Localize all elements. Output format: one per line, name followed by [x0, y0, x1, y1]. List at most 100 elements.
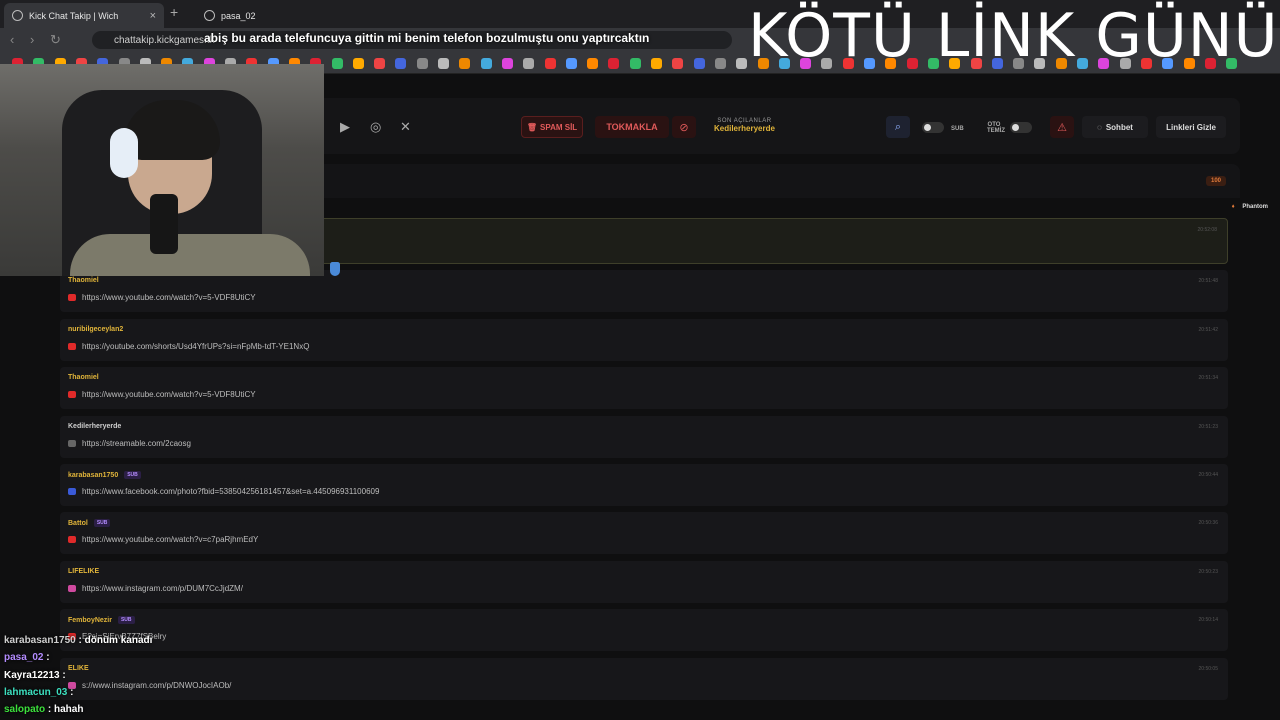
link-timestamp: 20:50:05 [1198, 665, 1218, 672]
link-user[interactable]: karabasan1750 SUB [68, 471, 141, 479]
bookmark-icon[interactable] [608, 58, 620, 69]
tokmakla-button[interactable]: TOKMAKLA [595, 116, 669, 138]
bookmark-icon[interactable] [565, 58, 577, 69]
youtube-icon[interactable]: ▶ [340, 119, 350, 135]
stream-chat-message: karabasan1750 : dönüm kanadı [4, 635, 152, 646]
link-url[interactable]: https://www.facebook.com/photo?fbid=5385… [82, 487, 379, 496]
link-url[interactable]: s://www.instagram.com/p/DNWOJocIAOb/ [82, 681, 231, 690]
close-tab-icon[interactable]: × [150, 10, 156, 22]
alert-button[interactable]: ⚠ [1050, 116, 1074, 138]
back-icon[interactable]: ‹ [10, 32, 14, 47]
chat-caption-overlay: abiş bu arada telefuncuya gittin mi beni… [204, 31, 650, 45]
bookmark-icon[interactable] [501, 58, 513, 69]
streamer-body [70, 234, 310, 276]
chat-separator: : [45, 704, 55, 716]
link-row[interactable]: nuribilgeceylan2 https://youtube.com/shor… [60, 318, 1228, 361]
link-username: LIFELIKE [68, 567, 100, 575]
link-row[interactable]: Kedilerheryerde https://streamable.com/2c… [60, 415, 1228, 458]
bookmark-icon[interactable] [714, 58, 726, 69]
link-timestamp: 20:51:48 [1198, 278, 1218, 285]
bookmark-icon[interactable] [693, 58, 705, 69]
sub-toggle[interactable] [922, 122, 944, 133]
new-tab-icon[interactable]: + [170, 4, 178, 20]
x-icon[interactable]: ✕ [400, 119, 411, 135]
facebook-icon [68, 488, 76, 495]
link-username: Kedilerheryerde [68, 422, 122, 430]
link-url[interactable]: https://streamable.com/2caosg [82, 439, 191, 448]
sub-badge: SUB [117, 616, 135, 625]
link-row[interactable]: Battol SUB https://www.youtube.com/watch?v… [60, 512, 1228, 555]
bookmark-icon[interactable] [544, 58, 556, 69]
link-timestamp: 20:51:34 [1198, 375, 1218, 382]
headset [110, 128, 138, 178]
link-url[interactable]: https://www.youtube.com/watch?v=c7paRjhm… [82, 535, 258, 544]
chat-separator: : [75, 635, 85, 646]
link-row[interactable]: Thaomiel https://www.youtube.com/watch?v=… [60, 270, 1228, 313]
stream-chat-message: salopato : hahah [4, 704, 83, 715]
link-row[interactable]: karabasan1750 SUB https://www.facebook.com… [60, 464, 1228, 506]
stream-chat-message: lahmacun_03 : [4, 687, 73, 698]
link-username: karabasan1750 [68, 471, 119, 479]
bookmark-icon[interactable] [651, 58, 662, 69]
bookmark-icon[interactable] [416, 58, 428, 69]
link-user[interactable]: LIFELIKE [68, 568, 99, 575]
link-user[interactable]: Battol SUB [68, 519, 111, 528]
instagram-icon[interactable]: ◎ [370, 119, 381, 135]
bookmark-icon[interactable] [374, 58, 386, 69]
chat-bubble-icon: ◌ [1097, 122, 1102, 132]
chat-username: pasa_02 [4, 652, 44, 664]
spam-sil-button[interactable]: 🗑 SPAM SİL [521, 116, 583, 138]
chat-username: Kayra12213 [4, 669, 60, 681]
streamer-tag: ♦ Phantom [1232, 204, 1268, 210]
link-url[interactable]: https://www.instagram.com/p/DUM7CcJjdZM/ [82, 584, 243, 593]
link-user[interactable]: FemboyNezir SUB [68, 616, 135, 625]
reload-icon[interactable]: ↻ [50, 32, 61, 48]
search-icon: ⌕ [894, 120, 902, 133]
link-url[interactable]: https://youtube.com/shorts/Usd4YfrUPs?si… [82, 342, 309, 351]
link-user[interactable]: ELIKE [68, 665, 89, 672]
bookmark-icon[interactable] [438, 58, 449, 69]
link-user[interactable]: Thaomiel [68, 374, 99, 381]
browser-tab-inactive[interactable]: pasa_02 [196, 3, 336, 28]
stream-chat-message: Kayra12213 : [4, 670, 66, 681]
search-button[interactable]: ⌕ [886, 116, 910, 138]
link-row[interactable]: Thaomiel https://www.youtube.com/watch?v=… [60, 367, 1228, 410]
bookmark-icon[interactable] [523, 58, 535, 69]
link-timestamp: 20:51:42 [1198, 326, 1218, 333]
sohbet-button[interactable]: ◌ Sohbet [1082, 116, 1148, 138]
user-icon [204, 10, 215, 21]
bookmark-icon[interactable] [672, 58, 684, 69]
link-timestamp: 20:50:36 [1198, 520, 1218, 527]
ban-button[interactable]: ⊘ [672, 116, 696, 138]
youtube-icon [68, 391, 76, 399]
bookmark-icon[interactable] [459, 58, 471, 69]
link-row[interactable]: FemboyNezir SUB E?si=SiErvB7Z7fSBelry 20:50… [60, 609, 1228, 652]
link-user[interactable]: Kedilerheryerde [68, 423, 121, 430]
son-acilanlar-value[interactable]: Kedilerheryerde [714, 124, 775, 133]
forward-icon[interactable]: › [30, 32, 34, 47]
bookmark-icon[interactable] [395, 58, 407, 69]
bookmark-icon[interactable] [736, 58, 748, 69]
bookmark-icon[interactable] [629, 58, 641, 69]
bookmark-icon[interactable] [480, 58, 492, 69]
linkleri-gizle-button[interactable]: Linkleri Gizle [1156, 116, 1226, 138]
link-row[interactable]: ELIKE s://www.instagram.com/p/DNWOJocIAOb… [60, 657, 1228, 700]
link-url[interactable]: https://www.youtube.com/watch?v=5-VDF8Ut… [82, 390, 256, 399]
link-username: nuribilgeceylan2 [68, 325, 124, 333]
oto-temiz-toggle[interactable] [1010, 122, 1032, 133]
bookmark-icon[interactable] [587, 58, 599, 69]
bookmark-icon[interactable] [331, 58, 343, 69]
link-user[interactable]: nuribilgeceylan2 [68, 326, 123, 333]
sub-badge: SUB [93, 519, 111, 528]
streamer-tag-name: Phantom [1242, 204, 1268, 210]
link-timestamp: 20:50:23 [1198, 568, 1218, 575]
sohbet-label: Sohbet [1105, 122, 1133, 132]
instagram-icon [68, 584, 76, 592]
link-row[interactable]: LIFELIKE https://www.instagram.com/p/DUM7… [60, 560, 1228, 603]
link-url[interactable]: https://www.youtube.com/watch?v=5-VDF8Ut… [82, 293, 256, 302]
link-user[interactable]: Thaomiel [68, 277, 99, 284]
browser-tab-active[interactable]: Kick Chat Takip | Wich × [4, 3, 164, 28]
bookmark-icon[interactable] [352, 58, 364, 69]
sub-toggle-label: SUB [951, 126, 964, 132]
link-username: Battol [68, 520, 88, 528]
